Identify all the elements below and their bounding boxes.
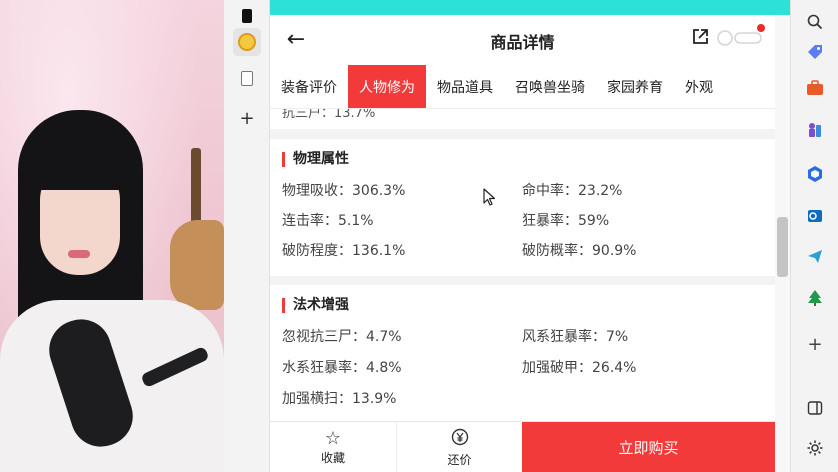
outlook-icon[interactable] — [803, 204, 827, 228]
attr-combo-rate: 连击率：5.1% — [282, 213, 374, 229]
add-plus-icon[interactable]: + — [803, 332, 827, 356]
share-icon[interactable] — [690, 27, 712, 49]
attr-sweep: 加强横扫：13.9% — [282, 391, 397, 407]
left-tab-rail: + — [224, 0, 270, 472]
buy-now-button[interactable]: 立即购买 — [522, 422, 775, 472]
watermark-cloud-icon — [716, 29, 764, 47]
favorite-label: 收藏 — [320, 451, 345, 465]
new-tab-plus-icon[interactable]: + — [233, 104, 261, 132]
section-title-physical: 物理属性 — [282, 152, 349, 167]
tag-icon[interactable] — [803, 40, 827, 64]
right-sidebar: + — [790, 0, 838, 472]
section-magic: 法术增强 忽视抗三尸：4.7% 风系狂暴率：7% 水系狂暴率：4.8% 加强破甲… — [270, 285, 775, 421]
tab-character-cultivation[interactable]: 人物修为 — [348, 65, 426, 108]
tab-pets-mounts[interactable]: 召唤兽坐骑 — [504, 65, 596, 108]
yen-coin-icon — [451, 428, 469, 451]
bargain-button[interactable]: 还价 — [396, 422, 522, 472]
tab-equipment-review[interactable]: 装备评价 — [270, 65, 348, 108]
category-tabs: 装备评价 人物修为 物品道具 召唤兽坐骑 家园养育 外观 — [270, 65, 775, 109]
tab-document-icon[interactable] — [233, 64, 261, 92]
tab-home[interactable]: 家园养育 — [596, 65, 674, 108]
attribute-list: 抗三户：13.7% 物理属性 物理吸收：306.3% 命中率：23.2% 连击率… — [270, 109, 775, 421]
attr-break-degree: 破防程度：136.1% — [282, 243, 406, 259]
partial-attribute-row: 抗三户：13.7% — [270, 109, 775, 129]
attr-frenzy-rate: 狂暴率：59% — [522, 213, 610, 229]
tab-items[interactable]: 物品道具 — [426, 65, 504, 108]
attr-armor-break: 加强破甲：26.4% — [522, 360, 637, 376]
bargain-label: 还价 — [447, 452, 472, 467]
briefcase-icon[interactable] — [803, 76, 827, 100]
section-physical: 物理属性 物理吸收：306.3% 命中率：23.2% 连击率：5.1% 狂暴率：… — [270, 139, 775, 276]
favorite-button[interactable]: ☆ 收藏 — [270, 422, 396, 472]
tab-game-avatar-icon[interactable] — [233, 28, 261, 56]
guitar-body — [170, 220, 224, 310]
attr-physical-absorb: 物理吸收：306.3% — [282, 183, 406, 199]
copilot-icon[interactable] — [803, 162, 827, 186]
settings-gear-icon[interactable] — [803, 436, 827, 460]
tree-icon[interactable] — [803, 286, 827, 310]
sidebar-toggle-icon[interactable] — [803, 396, 827, 420]
attr-break-chance: 破防概率：90.9% — [522, 243, 637, 259]
section-title-magic: 法术增强 — [282, 298, 349, 313]
webcam-overlay — [0, 0, 224, 472]
tab-appearance[interactable]: 外观 — [674, 65, 724, 108]
mouse-cursor-icon — [483, 188, 497, 206]
send-icon[interactable] — [803, 244, 827, 268]
streamer-lips — [68, 250, 90, 258]
chess-icon[interactable] — [803, 118, 827, 142]
scrollbar-thumb[interactable] — [777, 217, 788, 277]
page-header: ← 商品详情 — [270, 15, 775, 65]
bottom-action-bar: ☆ 收藏 还价 立即购买 — [270, 421, 775, 472]
attr-ignore-resist: 忽视抗三尸：4.7% — [282, 329, 402, 345]
attr-wind-frenzy: 风系狂暴率：7% — [522, 329, 629, 345]
attr-water-frenzy: 水系狂暴率：4.8% — [282, 360, 402, 376]
notification-dot — [757, 24, 765, 32]
star-icon: ☆ — [324, 428, 342, 449]
search-icon[interactable] — [803, 10, 827, 34]
attr-hit-rate: 命中率：23.2% — [522, 183, 623, 199]
product-detail-page: ← 商品详情 装备评价 人物修为 物品道具 召唤兽坐骑 家园养育 外观 抗三户：… — [270, 15, 775, 472]
tab-black-icon[interactable] — [233, 2, 261, 30]
